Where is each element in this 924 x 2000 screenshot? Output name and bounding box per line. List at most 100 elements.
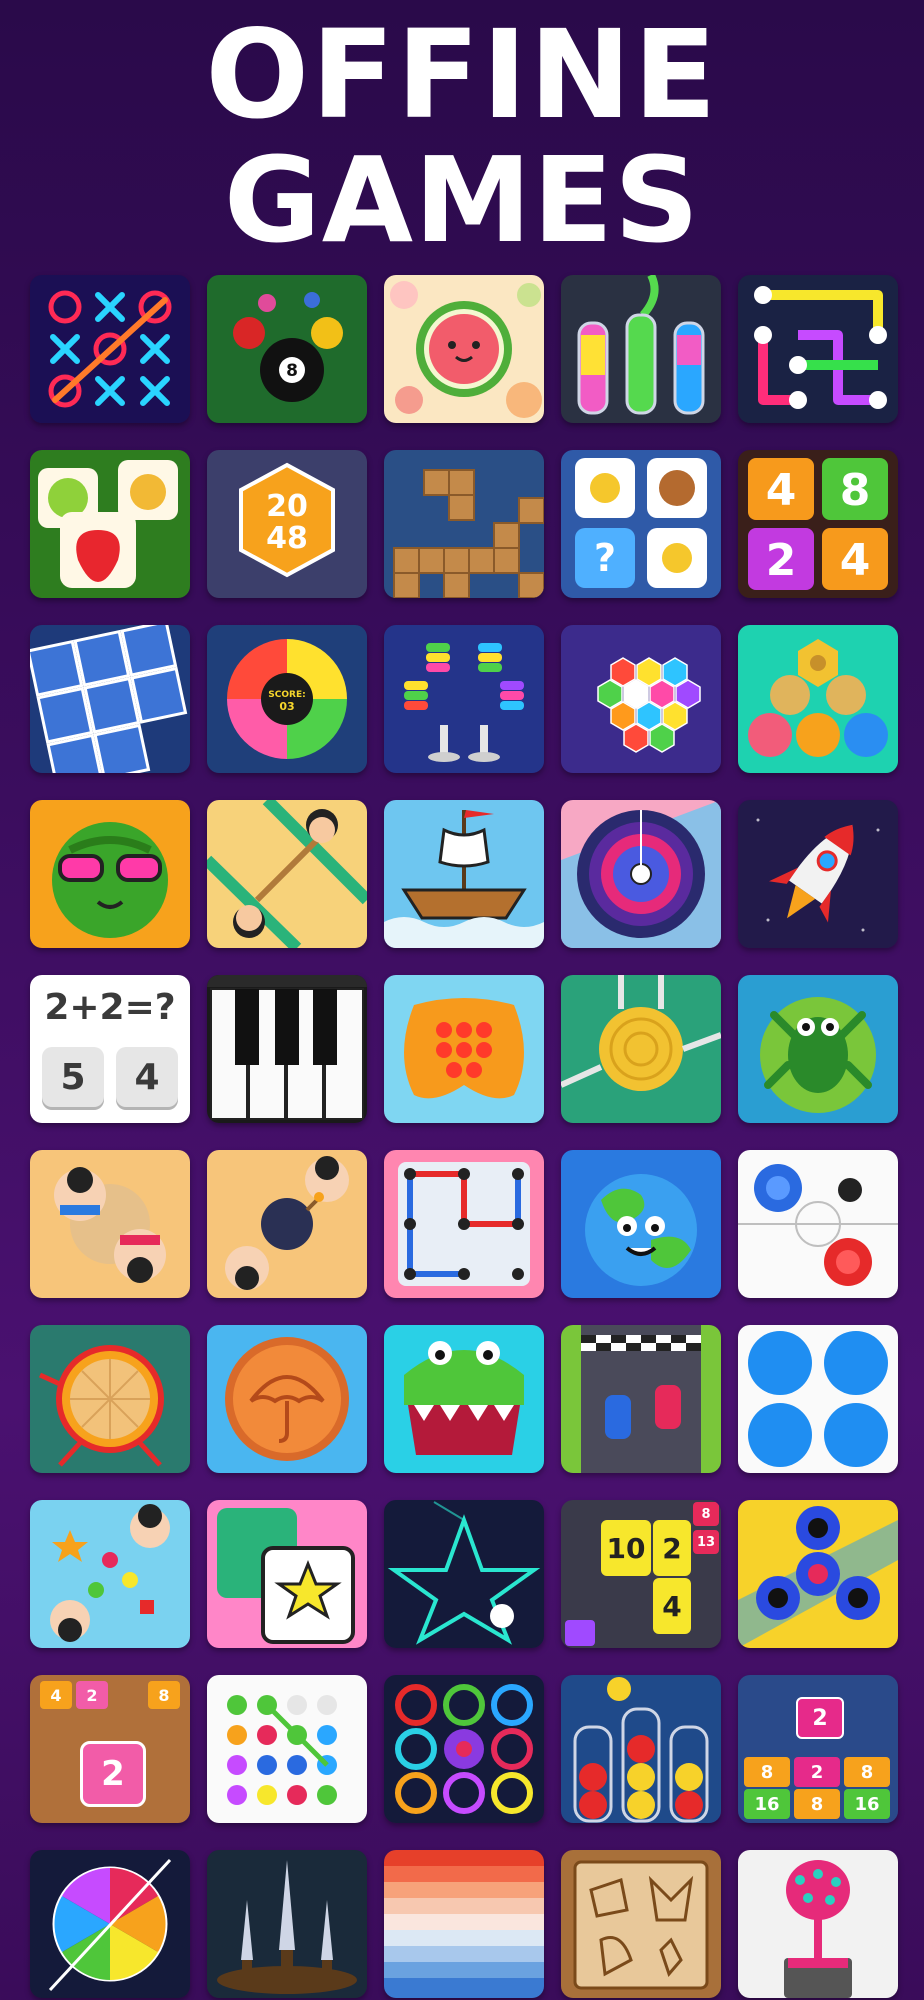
- game-tile-36[interactable]: [30, 1500, 190, 1648]
- row-block-2: 2: [794, 1757, 840, 1787]
- game-tile-3[interactable]: [384, 275, 544, 423]
- game-tile-49[interactable]: [561, 1850, 721, 1998]
- game-tile-38[interactable]: [384, 1500, 544, 1648]
- air-hockey-icon: [738, 1150, 898, 1298]
- row-block-8b: 8: [844, 1757, 890, 1787]
- game-tile-41[interactable]: 4 2 8 2: [30, 1675, 190, 1823]
- wood-puzzle-icon: [561, 1850, 721, 1998]
- four-circles-icon: [738, 1325, 898, 1473]
- game-tile-50[interactable]: [738, 1850, 898, 1998]
- watermelon-merge-icon: [384, 275, 544, 423]
- game-tile-13[interactable]: [384, 625, 544, 773]
- game-tile-31[interactable]: [30, 1325, 190, 1473]
- svg-text:8: 8: [840, 465, 871, 516]
- color-wheel-icon: SCORE: 03: [207, 625, 367, 773]
- game-tile-7[interactable]: 20 48: [207, 450, 367, 598]
- game-tile-19[interactable]: [561, 800, 721, 948]
- game-tile-6[interactable]: [30, 450, 190, 598]
- dots-boxes-icon: [384, 1150, 544, 1298]
- game-tile-33[interactable]: [384, 1325, 544, 1473]
- game-tile-40[interactable]: [738, 1500, 898, 1648]
- game-tile-43[interactable]: [384, 1675, 544, 1823]
- block-value-10: 10: [601, 1520, 651, 1576]
- bomb-pass-icon: [207, 1150, 367, 1298]
- hexa-sort-icon: [561, 625, 721, 773]
- sliding-puzzle-icon: [30, 625, 190, 773]
- game-tile-35[interactable]: [738, 1325, 898, 1473]
- one-line-draw-icon: [384, 1500, 544, 1648]
- billiards-icon: 8: [207, 275, 367, 423]
- game-tile-46[interactable]: [30, 1850, 190, 1998]
- rocket-icon: [738, 800, 898, 948]
- game-tile-26[interactable]: [30, 1150, 190, 1298]
- game-tile-22[interactable]: [207, 975, 367, 1123]
- game-tile-14[interactable]: [561, 625, 721, 773]
- game-tile-17[interactable]: [207, 800, 367, 948]
- block-value-4: 4: [653, 1578, 691, 1634]
- frog-icon: [738, 975, 898, 1123]
- game-tile-34[interactable]: [561, 1325, 721, 1473]
- game-tile-37[interactable]: [207, 1500, 367, 1648]
- hex-tile-2: 2: [76, 1681, 108, 1709]
- dot-connect-icon: [207, 1675, 367, 1823]
- game-tile-5[interactable]: [738, 275, 898, 423]
- row-block-16b: 16: [844, 1789, 890, 1819]
- game-tile-8[interactable]: [384, 450, 544, 598]
- game-tile-12[interactable]: SCORE: 03: [207, 625, 367, 773]
- fruit-slice-icon: [30, 1850, 190, 1998]
- page-title: OFFINE GAMES: [0, 10, 924, 260]
- game-tile-21[interactable]: 2+2=? 5 4: [30, 975, 190, 1123]
- star-cards-icon: [207, 1500, 367, 1648]
- svg-text:2: 2: [766, 535, 797, 586]
- game-tile-10[interactable]: 4824: [738, 450, 898, 598]
- title-line-2: GAMES: [223, 131, 701, 269]
- game-tile-16[interactable]: [30, 800, 190, 948]
- game-tile-1[interactable]: [30, 275, 190, 423]
- hexa-2048-icon: 20 48: [207, 450, 367, 598]
- game-tile-28[interactable]: [384, 1150, 544, 1298]
- title-line-1: OFFINE: [205, 4, 719, 146]
- hex-tile-big-2: 2: [80, 1741, 146, 1807]
- game-tile-2[interactable]: 8: [207, 275, 367, 423]
- game-tile-44[interactable]: [561, 1675, 721, 1823]
- game-tile-32[interactable]: [207, 1325, 367, 1473]
- game-tile-47[interactable]: [207, 1850, 367, 1998]
- game-tile-24[interactable]: [561, 975, 721, 1123]
- ball-sort-icon: [561, 1675, 721, 1823]
- svg-text:4: 4: [766, 465, 797, 516]
- games-grid: 8 20 48 ? 4 8 2 4 SCORE: 03 2+2=? 5 4 10…: [30, 275, 900, 1998]
- dart-wheel-icon: [30, 1325, 190, 1473]
- game-tile-42[interactable]: [207, 1675, 367, 1823]
- game-tile-9[interactable]: ?: [561, 450, 721, 598]
- game-tile-27[interactable]: [207, 1150, 367, 1298]
- game-tile-30[interactable]: [738, 1150, 898, 1298]
- game-tile-18[interactable]: [384, 800, 544, 948]
- paint-tree-icon: [738, 1850, 898, 1998]
- knife-throw-icon: [207, 1850, 367, 1998]
- row-block-8c: 8: [794, 1789, 840, 1819]
- game-tile-48[interactable]: [384, 1850, 544, 1998]
- game-tile-29[interactable]: [561, 1150, 721, 1298]
- game-tile-20[interactable]: [738, 800, 898, 948]
- svg-text:?: ?: [594, 536, 616, 580]
- math-option-a: 5: [42, 1047, 104, 1107]
- game-tile-11[interactable]: [30, 625, 190, 773]
- block-value-8: 8: [693, 1502, 719, 1526]
- game-tile-39[interactable]: 10 2 4 8 13: [561, 1500, 721, 1648]
- candy-collect-icon: [30, 1500, 190, 1648]
- math-option-b: 4: [116, 1047, 178, 1107]
- color-stripes-icon: [384, 1850, 544, 1998]
- game-tile-45[interactable]: 2 8 2 8 16 8 16: [738, 1675, 898, 1823]
- game-tile-23[interactable]: [384, 975, 544, 1123]
- game-tile-15[interactable]: [738, 625, 898, 773]
- memory-match-icon: ?: [561, 450, 721, 598]
- math-equation: 2+2=?: [44, 987, 176, 1028]
- pirate-ship-icon: [384, 800, 544, 948]
- score-value: 03: [279, 700, 294, 713]
- row-block-16: 16: [744, 1789, 790, 1819]
- color-rings-icon: [384, 1675, 544, 1823]
- score-label: SCORE:: [268, 690, 305, 700]
- knife-wood-icon: [561, 975, 721, 1123]
- game-tile-25[interactable]: [738, 975, 898, 1123]
- game-tile-4[interactable]: [561, 275, 721, 423]
